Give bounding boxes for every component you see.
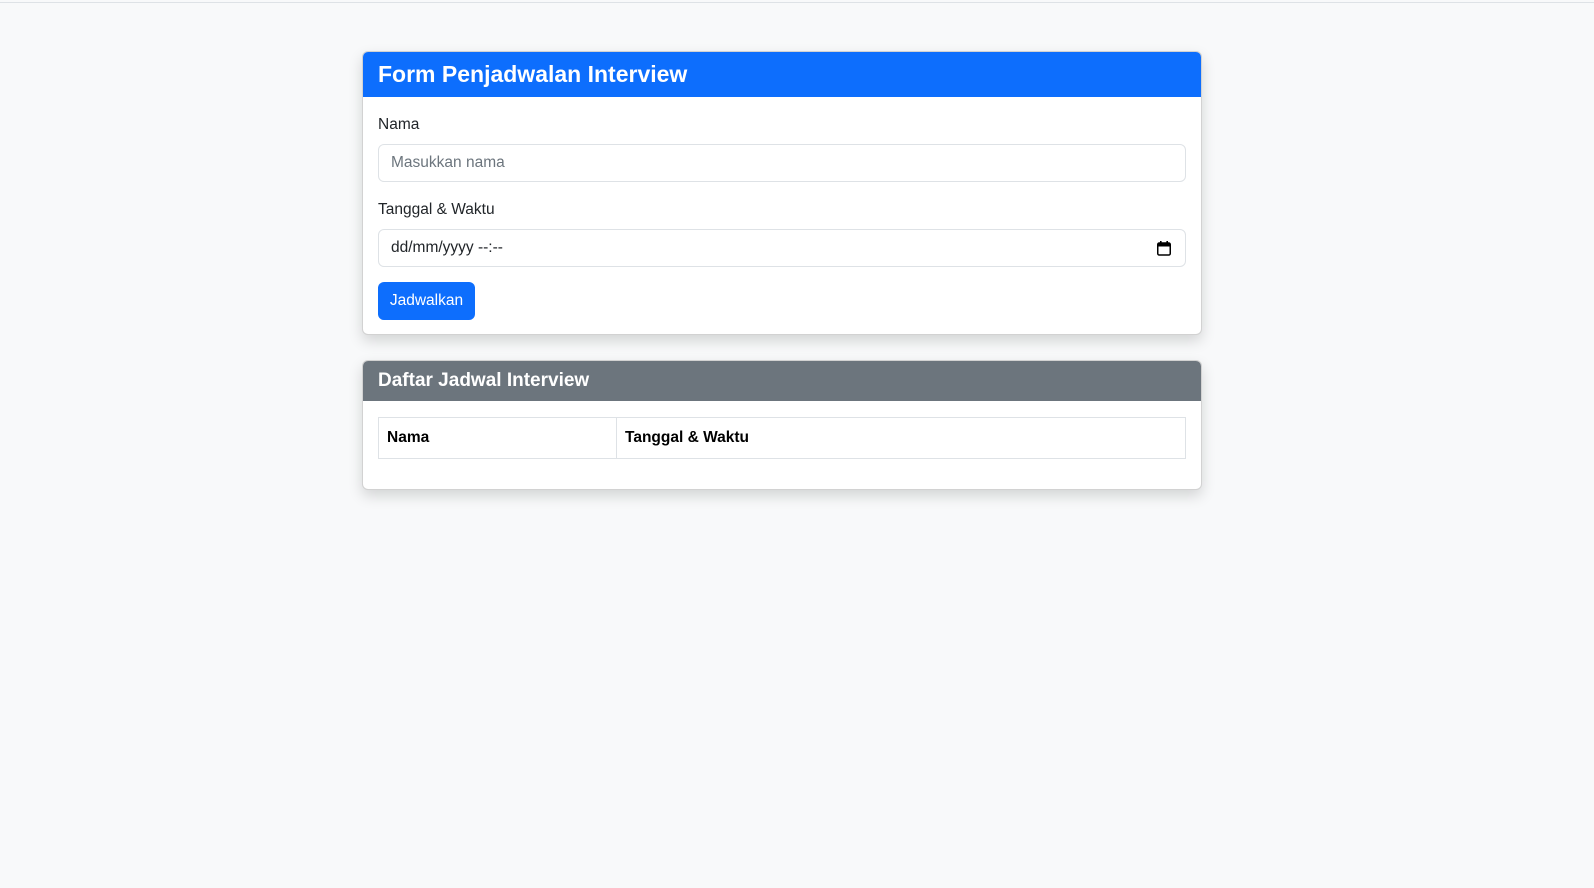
datetime-label: Tanggal & Waktu bbox=[378, 201, 495, 218]
column-header-name: Nama bbox=[378, 417, 617, 459]
schedule-button[interactable]: Jadwalkan bbox=[378, 282, 475, 320]
column-header-datetime: Tanggal & Waktu bbox=[616, 417, 1186, 459]
schedule-table: Nama Tanggal & Waktu bbox=[378, 417, 1186, 459]
calendar-icon[interactable] bbox=[1157, 241, 1171, 256]
table-header-row: Nama Tanggal & Waktu bbox=[378, 417, 1186, 459]
list-card-title: Daftar Jadwal Interview bbox=[363, 361, 1201, 401]
form-card-title: Form Penjadwalan Interview bbox=[363, 52, 1201, 97]
top-border bbox=[0, 0, 1594, 3]
name-input-placeholder: Masukkan nama bbox=[391, 154, 505, 171]
datetime-input-value: dd/mm/yyyy --:-- bbox=[391, 239, 503, 256]
name-input[interactable]: Masukkan nama bbox=[378, 144, 1186, 182]
interview-schedule-list-card: Daftar Jadwal Interview Nama Tanggal & W… bbox=[362, 360, 1202, 490]
name-label: Nama bbox=[378, 116, 420, 133]
interview-form-card: Form Penjadwalan Interview Nama Masukkan… bbox=[362, 51, 1202, 335]
datetime-input[interactable]: dd/mm/yyyy --:-- bbox=[378, 229, 1186, 267]
